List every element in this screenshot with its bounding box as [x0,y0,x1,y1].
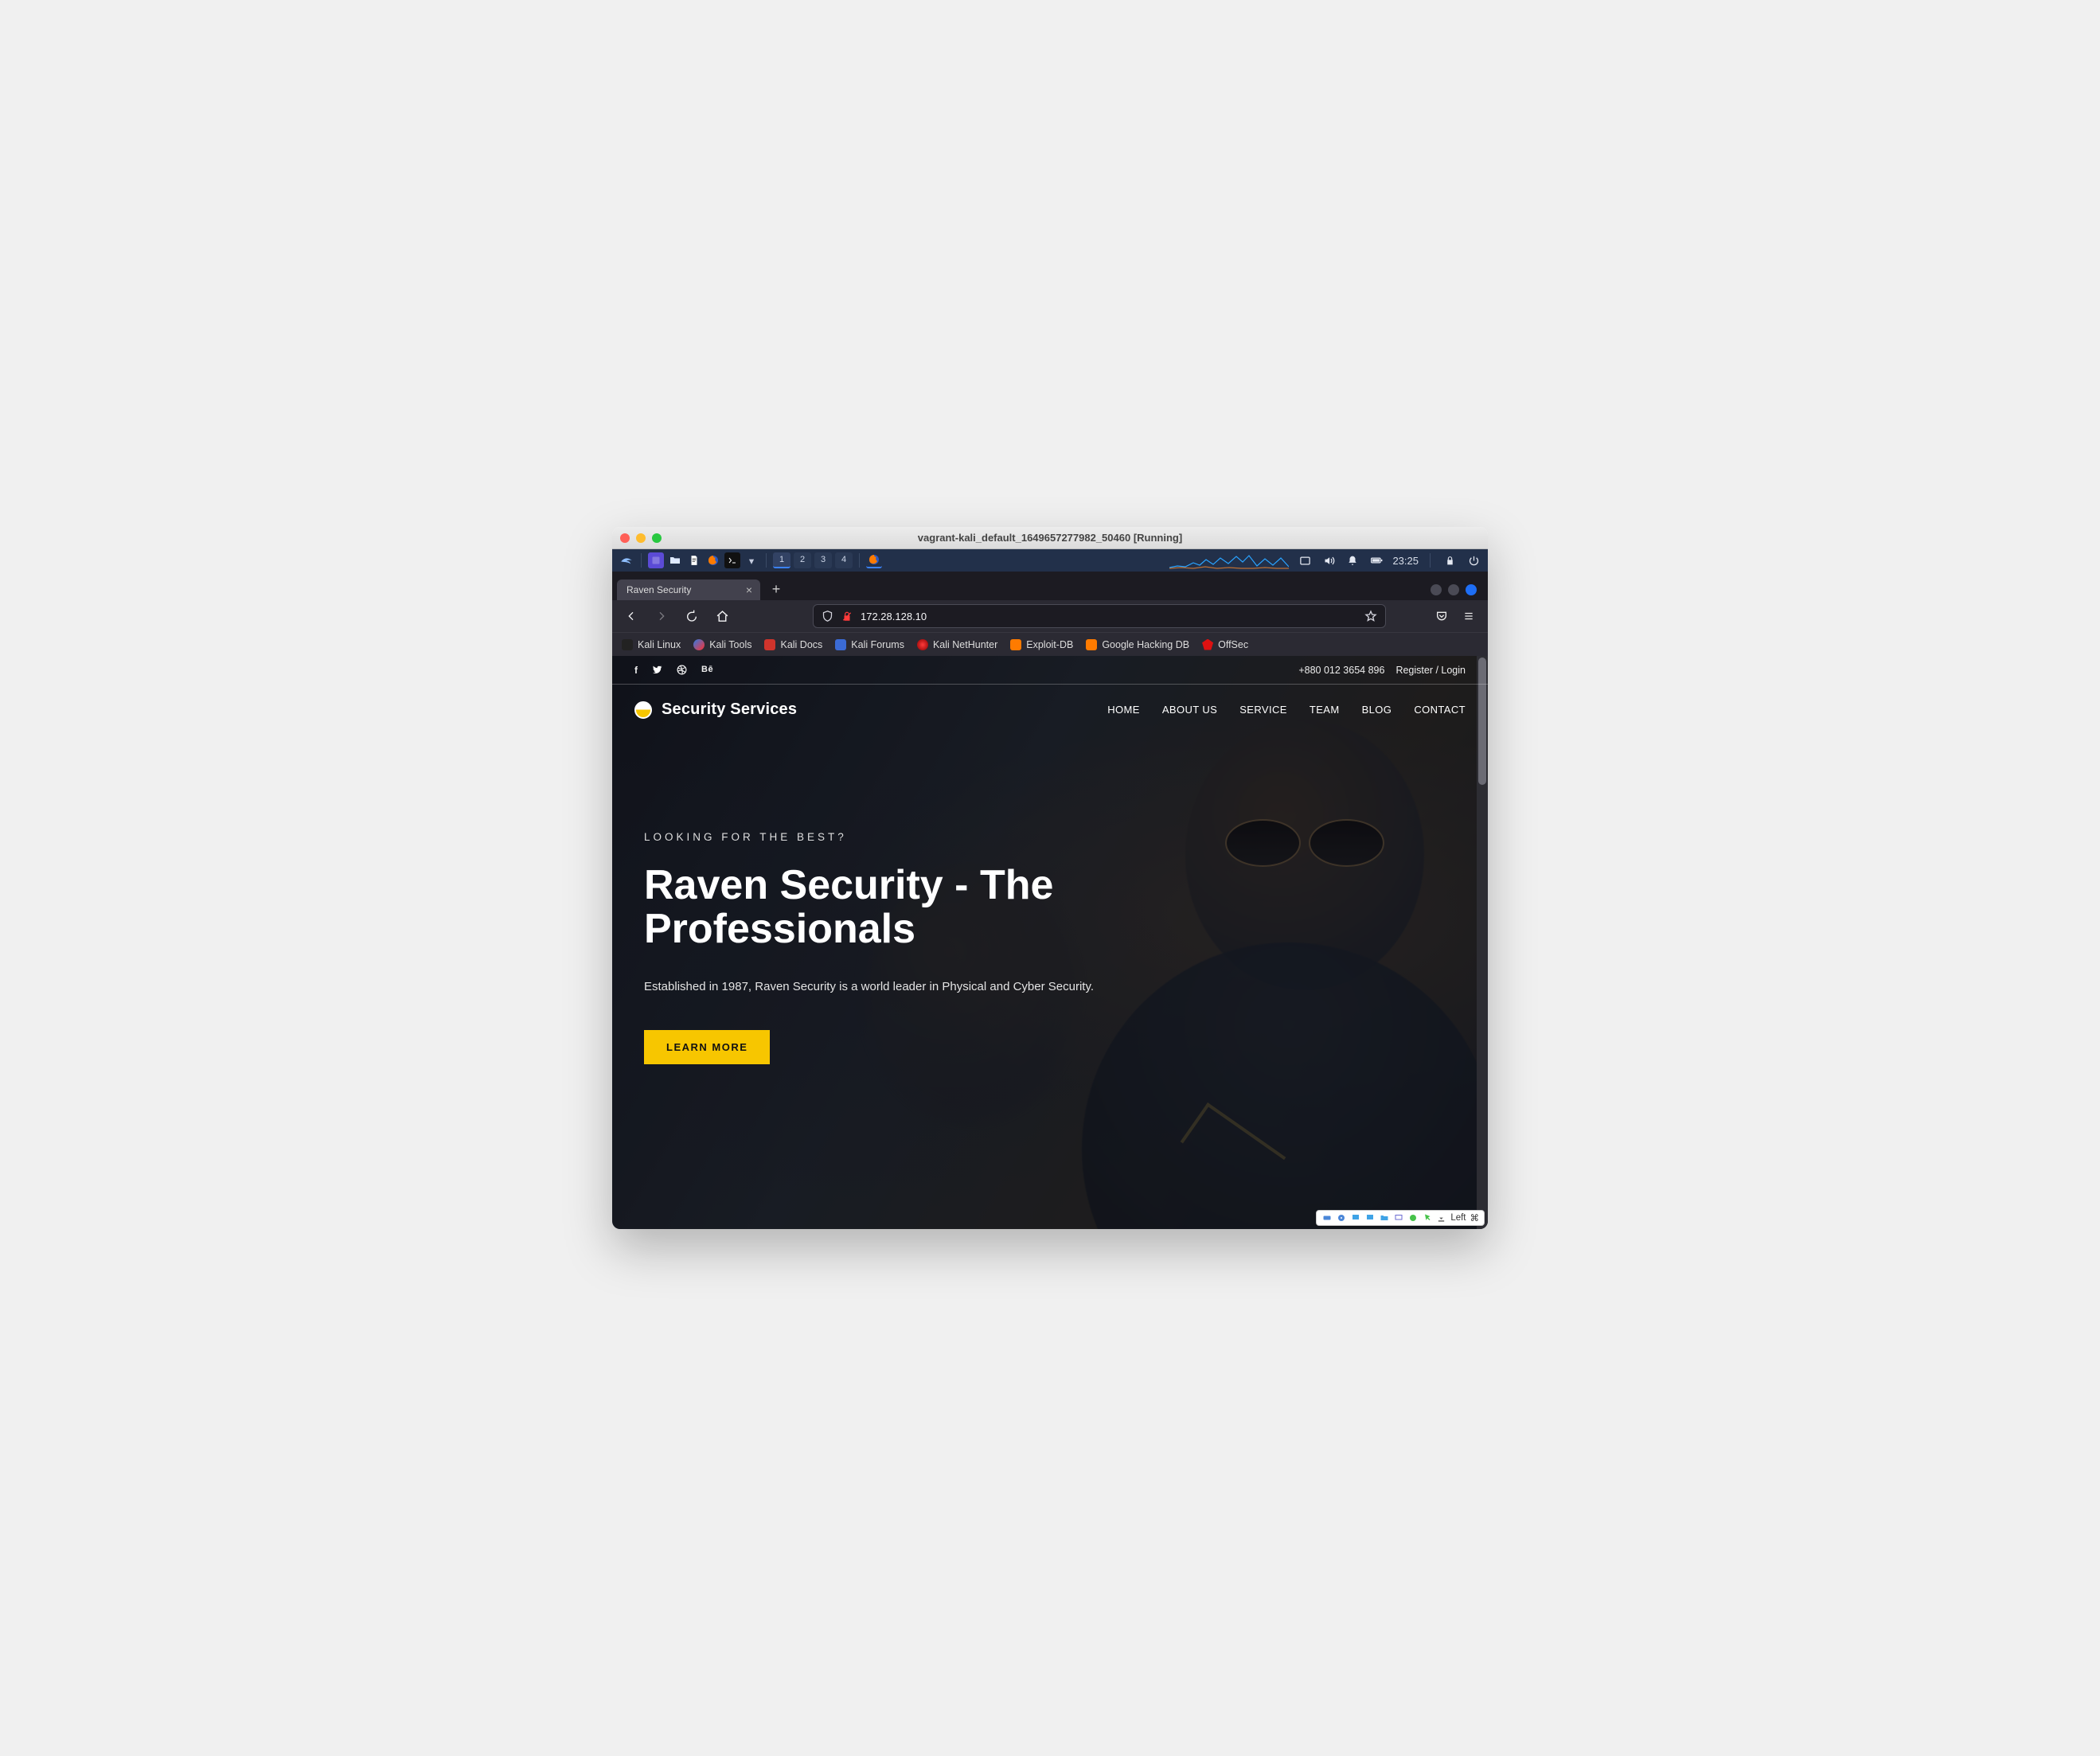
terminal-dropdown-icon[interactable]: ▾ [744,552,759,568]
tab-title: Raven Security [626,584,691,595]
hero-subtext: Established in 1987, Raven Security is a… [644,980,1122,993]
tab-strip: Raven Security × + [612,572,1488,600]
mac-window: vagrant-kali_default_1649657277982_50460… [612,527,1488,1229]
screen-recorder-icon[interactable] [1297,552,1313,568]
brand-name: Security Services [662,700,797,719]
site-brand[interactable]: Security Services [634,700,797,719]
bookmark-star-icon[interactable] [1364,610,1377,622]
url-bar[interactable]: 172.28.128.10 [813,604,1386,628]
vb-shared-folders-icon[interactable] [1379,1213,1389,1223]
nav-service[interactable]: SERVICE [1239,704,1287,716]
workspace-1[interactable]: 1 [773,552,790,568]
nav-blog[interactable]: BLOG [1362,704,1392,716]
nav-about[interactable]: ABOUT US [1162,704,1217,716]
bookmark-kali-tools[interactable]: Kali Tools [693,639,751,650]
file-manager-icon[interactable] [667,552,683,568]
learn-more-button[interactable]: LEARN MORE [644,1030,770,1064]
web-page: f Bē +880 012 3654 896 Register / Login … [612,656,1488,1229]
volume-icon[interactable] [1321,552,1337,568]
bookmark-offsec[interactable]: OffSec [1202,639,1248,650]
hero-headline: Raven Security - The Professionals [644,864,1122,951]
shield-icon[interactable] [822,610,833,622]
twitter-icon[interactable] [652,665,662,676]
show-desktop-icon[interactable] [648,552,664,568]
hero-section: LOOKING FOR THE BEST? Raven Security - T… [612,736,1153,1064]
new-tab-button[interactable]: + [765,578,787,600]
bookmark-kali-docs[interactable]: Kali Docs [764,639,822,650]
facebook-icon[interactable]: f [634,665,638,676]
bookmark-exploit-db[interactable]: Exploit-DB [1010,639,1073,650]
vb-recording-icon[interactable] [1407,1213,1418,1223]
tab-close-icon[interactable]: × [746,584,752,595]
text-editor-icon[interactable] [686,552,702,568]
window-minimize-icon[interactable] [1431,584,1442,595]
vb-optical-icon[interactable] [1336,1213,1346,1223]
url-text: 172.28.128.10 [861,611,927,622]
page-scrollbar[interactable] [1477,656,1488,1229]
back-button[interactable] [620,605,642,627]
vb-host-key-label: Left [1450,1213,1466,1223]
notifications-icon[interactable] [1345,552,1360,568]
bookmarks-toolbar: Kali Linux Kali Tools Kali Docs Kali For… [612,632,1488,656]
site-top-strip: f Bē +880 012 3654 896 Register / Login [612,656,1488,685]
vb-display-icon[interactable] [1393,1213,1403,1223]
firefox-panel-icon[interactable] [705,552,721,568]
behance-icon[interactable]: Bē [701,665,713,676]
mac-titlebar: vagrant-kali_default_1649657277982_50460… [612,527,1488,549]
virtualbox-status-bar: Left ⌘ [1316,1210,1485,1226]
bookmark-kali-linux[interactable]: Kali Linux [622,639,681,650]
kali-top-panel: ▾ 1 2 3 4 23:25 [612,549,1488,572]
nav-contact[interactable]: CONTACT [1414,704,1466,716]
window-title: vagrant-kali_default_1649657277982_50460… [612,532,1488,544]
pocket-icon[interactable] [1431,605,1453,627]
home-button[interactable] [711,605,733,627]
window-maximize-icon[interactable] [1448,584,1459,595]
forward-button[interactable] [650,605,673,627]
phone-number[interactable]: +880 012 3654 896 [1298,665,1384,676]
browser-tab[interactable]: Raven Security × [617,579,760,600]
nav-team[interactable]: TEAM [1310,704,1340,716]
lock-icon[interactable] [1442,552,1458,568]
workspace-3[interactable]: 3 [814,552,832,568]
firefox-chrome: Raven Security × + [612,572,1488,656]
workspace-4[interactable]: 4 [835,552,853,568]
cpu-graph [1169,552,1289,569]
vb-mouse-integration-icon[interactable] [1422,1213,1432,1223]
vb-keyboard-capture-icon[interactable] [1436,1213,1446,1223]
workspace-2[interactable]: 2 [794,552,811,568]
panel-clock[interactable]: 23:25 [1392,555,1419,567]
brand-logo-icon [634,701,652,719]
nav-toolbar: 172.28.128.10 [612,600,1488,632]
bookmark-kali-nethunter[interactable]: Kali NetHunter [917,639,997,650]
hero-eyebrow: LOOKING FOR THE BEST? [644,831,1122,843]
battery-icon[interactable] [1368,552,1384,568]
firefox-task-icon[interactable] [866,552,882,568]
main-menu: HOME ABOUT US SERVICE TEAM BLOG CONTACT [1107,704,1466,716]
vb-network-icon[interactable] [1350,1213,1360,1223]
vb-hdd-icon[interactable] [1321,1213,1332,1223]
bookmark-google-hacking-db[interactable]: Google Hacking DB [1086,639,1189,650]
bookmark-kali-forums[interactable]: Kali Forums [835,639,904,650]
power-icon[interactable] [1466,552,1481,568]
reload-button[interactable] [681,605,703,627]
window-close-icon[interactable] [1466,584,1477,595]
kali-menu-icon[interactable] [619,552,634,568]
nav-home[interactable]: HOME [1107,704,1140,716]
dribbble-icon[interactable] [677,665,687,676]
terminal-icon[interactable] [724,552,740,568]
app-menu-icon[interactable] [1458,605,1480,627]
site-navbar: Security Services HOME ABOUT US SERVICE … [612,685,1488,736]
insecure-lock-icon[interactable] [841,611,853,622]
vb-usb-icon[interactable] [1364,1213,1375,1223]
vb-host-key-mod: ⌘ [1470,1212,1480,1223]
register-login-link[interactable]: Register / Login [1395,665,1466,676]
